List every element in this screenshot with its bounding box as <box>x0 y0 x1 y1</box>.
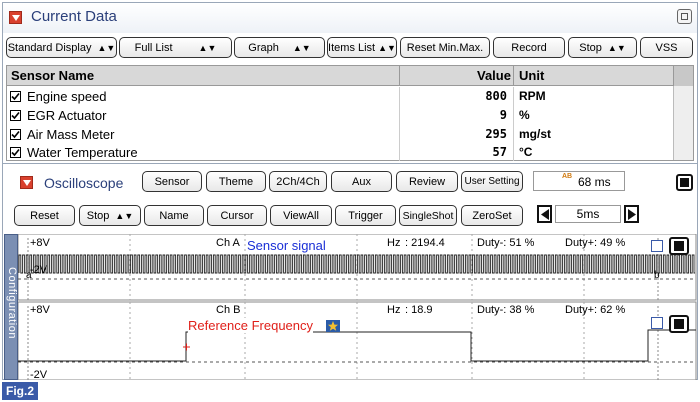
cursor-button[interactable]: Cursor <box>207 205 267 226</box>
sensor-value: 57 <box>492 145 507 159</box>
ch-b-hz-label: Hz <box>387 304 401 316</box>
updown-arrow-icon: ▲▼ <box>378 42 396 53</box>
ch-a-expand-icon[interactable] <box>669 237 689 255</box>
ch-b-vmin: -2V <box>30 369 48 381</box>
updown-arrow-icon: ▲▼ <box>115 210 134 221</box>
sensor-unit: RPM <box>519 89 546 103</box>
user-setting-button[interactable]: User Setting <box>461 171 523 192</box>
review-button[interactable]: Review <box>396 171 458 192</box>
cursor-a-marker[interactable]: a <box>26 270 32 281</box>
trigger-button[interactable]: Trigger <box>335 205 396 226</box>
sensor-unit: mg/st <box>519 127 552 141</box>
sensor-value: 800 <box>485 89 507 103</box>
sensor-value: 295 <box>485 127 507 141</box>
aux-button[interactable]: Aux <box>331 171 392 192</box>
ch-b-expand-icon[interactable] <box>669 315 689 333</box>
table-header: Sensor Name Value Unit <box>7 66 693 86</box>
name-button[interactable]: Name <box>144 205 204 226</box>
ch-a-vmin: -2V <box>30 264 48 276</box>
sensor-unit: % <box>519 108 530 122</box>
updown-arrow-icon: ▲▼ <box>97 42 116 53</box>
current-data-title: Current Data <box>31 8 117 25</box>
vss-button[interactable]: VSS <box>640 37 693 58</box>
osc-stop-select[interactable]: Stop ▲▼ <box>79 205 141 226</box>
table-row[interactable]: Engine speed 800 RPM <box>7 87 693 106</box>
row-checkbox[interactable] <box>10 147 21 158</box>
sensor-name: Engine speed <box>27 89 107 104</box>
view-all-button[interactable]: ViewAll <box>270 205 332 226</box>
collapse-oscilloscope-icon[interactable] <box>20 176 33 189</box>
updown-arrow-icon: ▲▼ <box>292 42 311 53</box>
full-list-select[interactable]: Full List ▲▼ <box>119 37 232 58</box>
zero-set-button[interactable]: ZeroSet <box>461 205 523 226</box>
theme-button[interactable]: Theme <box>206 171 266 192</box>
oscilloscope-toggle-icon[interactable] <box>676 174 693 191</box>
ch-b-hz: : 18.9 <box>405 304 433 316</box>
sensor-name: Air Mass Meter <box>27 127 115 142</box>
row-checkbox[interactable] <box>10 91 21 102</box>
table-row[interactable]: EGR Actuator 9 % <box>7 106 693 125</box>
ch-b-label: Ch B <box>216 304 241 316</box>
cursor-b-marker[interactable]: b <box>654 270 660 281</box>
channels-button[interactable]: 2Ch/4Ch <box>269 171 327 192</box>
updown-arrow-icon: ▲▼ <box>198 42 217 53</box>
time-div-display: 5ms <box>555 205 621 223</box>
sensor-button[interactable]: Sensor <box>142 171 202 192</box>
row-checkbox[interactable] <box>10 110 21 121</box>
table-row[interactable]: Air Mass Meter 295 mg/st <box>7 125 693 144</box>
ch-a-hz: : 2194.4 <box>405 237 445 249</box>
ch-a-checkbox[interactable] <box>651 240 663 252</box>
stop-select[interactable]: Stop ▲▼ <box>568 37 637 58</box>
ch-b-duty-minus: Duty-: 38 % <box>477 304 535 316</box>
maximize-icon[interactable] <box>677 9 692 24</box>
reset-button[interactable]: Reset <box>14 205 75 226</box>
sensor-table: Sensor Name Value Unit Engine speed 800 … <box>6 65 694 161</box>
sensor-name: EGR Actuator <box>27 108 107 123</box>
updown-arrow-icon: ▲▼ <box>607 42 626 53</box>
standard-display-select[interactable]: Standard Display ▲▼ <box>6 37 117 58</box>
reset-min-max-button[interactable]: Reset Min.Max. <box>400 37 490 58</box>
star-icon <box>326 320 340 332</box>
configuration-side-tab[interactable]: Configuration <box>4 234 18 380</box>
ch-b-duty-plus: Duty+: 62 % <box>565 304 626 316</box>
ch-a-signal-name: Sensor signal <box>247 238 326 253</box>
time-increase-button[interactable] <box>624 205 639 223</box>
sensor-unit: °C <box>519 145 533 159</box>
record-button[interactable]: Record <box>493 37 565 58</box>
sample-time-display: AB 68 ms <box>533 171 625 191</box>
ch-b-vmax: +8V <box>30 304 50 316</box>
items-list-select[interactable]: Items List ▲▼ <box>327 37 397 58</box>
figure-label: Fig.2 <box>2 382 38 400</box>
collapse-current-data-icon[interactable] <box>9 11 22 24</box>
ch-b-checkbox[interactable] <box>651 317 663 329</box>
col-value: Value <box>477 68 511 83</box>
oscilloscope-title: Oscilloscope <box>44 175 124 191</box>
sensor-value: 9 <box>499 108 507 122</box>
col-unit: Unit <box>519 68 545 83</box>
single-shot-button[interactable]: SingleShot <box>399 205 457 226</box>
ch-a-hz-label: Hz <box>387 237 401 249</box>
ch-a-duty-minus: Duty-: 51 % <box>477 237 535 249</box>
ch-a-label: Ch A <box>216 237 240 249</box>
graph-select[interactable]: Graph ▲▼ <box>234 37 325 58</box>
ch-b-signal-name: Reference Frequency <box>188 318 314 333</box>
sample-time-value: 68 ms <box>578 175 611 189</box>
sensor-name: Water Temperature <box>27 145 138 160</box>
col-sensor-name: Sensor Name <box>11 68 95 83</box>
time-decrease-button[interactable] <box>537 205 552 223</box>
row-checkbox[interactable] <box>10 129 21 140</box>
table-row[interactable]: Water Temperature 57 °C <box>7 143 693 162</box>
ch-a-duty-plus: Duty+: 49 % <box>565 237 626 249</box>
sample-badge-icon: AB <box>562 173 573 180</box>
ch-a-vmax: +8V <box>30 237 50 249</box>
